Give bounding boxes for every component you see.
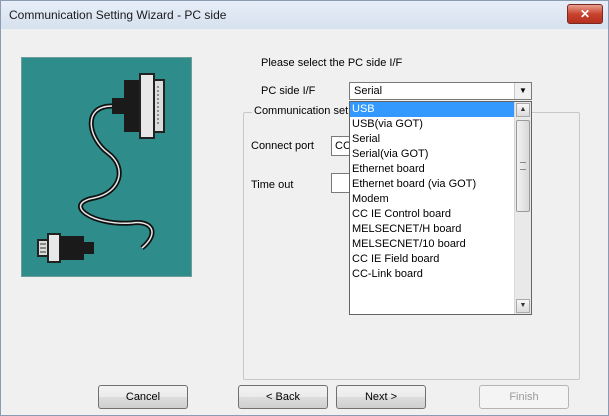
dropdown-option[interactable]: Modem <box>350 192 514 207</box>
wizard-window: Communication Setting Wizard - PC side ✕ <box>0 0 609 416</box>
dropdown-option[interactable]: CC IE Field board <box>350 252 514 267</box>
connect-port-label: Connect port <box>251 140 314 152</box>
next-button[interactable]: Next > <box>336 385 426 409</box>
scroll-down-icon[interactable]: ▼ <box>516 299 530 313</box>
serial-cable-icon <box>37 73 165 263</box>
dropdown-option[interactable]: USB(via GOT) <box>350 117 514 132</box>
scroll-up-icon[interactable]: ▲ <box>516 103 530 117</box>
timeout-label: Time out <box>251 179 294 191</box>
close-button[interactable]: ✕ <box>567 4 603 24</box>
dropdown-options: USB USB(via GOT) Serial Serial(via GOT) Ethe… <box>350 102 514 282</box>
finish-button[interactable]: Finish <box>479 385 569 409</box>
dropdown-option[interactable]: MELSECNET/H board <box>350 222 514 237</box>
chevron-down-icon[interactable]: ▼ <box>514 83 531 99</box>
dropdown-option[interactable]: Ethernet board (via GOT) <box>350 177 514 192</box>
back-button[interactable]: < Back <box>238 385 328 409</box>
window-title: Communication Setting Wizard - PC side <box>9 8 227 22</box>
instruction-text: Please select the PC side I/F <box>261 57 403 69</box>
pc-side-if-value: Serial <box>354 85 383 97</box>
pc-side-if-dropdown-list[interactable]: USB USB(via GOT) Serial Serial(via GOT) Ethe… <box>349 101 532 315</box>
cancel-button[interactable]: Cancel <box>98 385 188 409</box>
close-icon: ✕ <box>579 7 591 21</box>
dropdown-option[interactable]: MELSECNET/10 board <box>350 237 514 252</box>
grip-icon <box>520 162 526 170</box>
dropdown-option[interactable]: CC IE Control board <box>350 207 514 222</box>
dialog-body: Please select the PC side I/F PC side I/… <box>9 29 600 409</box>
title-bar: Communication Setting Wizard - PC side ✕ <box>1 1 608 29</box>
group-title: Communication set <box>252 105 351 117</box>
dropdown-option[interactable]: CC-Link board <box>350 267 514 282</box>
dropdown-option[interactable]: Serial <box>350 132 514 147</box>
pc-side-if-label: PC side I/F <box>261 85 316 97</box>
dropdown-option[interactable]: USB <box>350 102 514 117</box>
dropdown-option[interactable]: Ethernet board <box>350 162 514 177</box>
serial-cable-illustration <box>21 57 192 277</box>
pc-side-if-select[interactable]: Serial ▼ <box>349 82 532 100</box>
dropdown-option[interactable]: Serial(via GOT) <box>350 147 514 162</box>
dropdown-scrollbar[interactable]: ▲ ▼ <box>514 102 531 314</box>
scroll-thumb[interactable] <box>516 120 530 212</box>
